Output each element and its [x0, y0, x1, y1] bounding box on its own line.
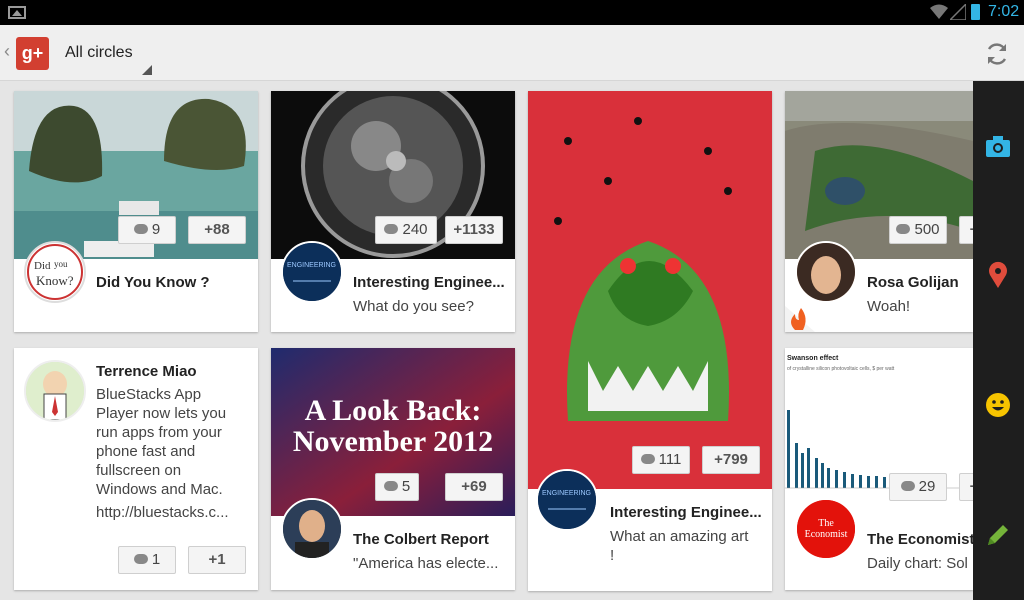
dilbert-avatar: [26, 362, 84, 420]
post-text-line: phone fast and: [96, 443, 196, 460]
engineering-logo: ENGINEERING: [538, 471, 596, 529]
post-card[interactable]: Swanson effect of crystalline silicon ph…: [785, 348, 973, 590]
post-card[interactable]: ENGINEERING 111 +799 Interesting Enginee…: [528, 91, 772, 591]
did-you-know-logo: Did you Know?: [27, 244, 83, 300]
smiley-icon[interactable]: [984, 391, 1012, 419]
svg-text:Know?: Know?: [36, 273, 74, 288]
pencil-icon[interactable]: [984, 521, 1012, 549]
plus-one-button[interactable]: +69: [445, 473, 503, 501]
quick-actions-drawer: [973, 81, 1024, 600]
author-name[interactable]: Terrence Miao: [96, 363, 251, 380]
refresh-icon[interactable]: [984, 41, 1010, 67]
comment-icon: [383, 481, 398, 492]
comment-icon: [384, 224, 399, 235]
post-image[interactable]: [528, 91, 772, 489]
svg-text:you: you: [54, 259, 68, 269]
comment-icon: [640, 454, 655, 465]
author-name[interactable]: Rosa Golijan: [867, 274, 967, 291]
avatar[interactable]: The Economist: [795, 498, 857, 560]
svg-text:The: The: [818, 518, 834, 529]
post-card[interactable]: 500 + Rosa Golijan Woah!: [785, 91, 973, 332]
post-link[interactable]: http://bluestacks.c...: [96, 503, 251, 522]
up-chevron-icon[interactable]: ‹: [4, 41, 10, 62]
comment-count-button[interactable]: 111: [632, 446, 690, 474]
gplus-logo[interactable]: g+: [16, 37, 49, 70]
plus-one-button[interactable]: +799: [702, 446, 760, 474]
comment-count-button[interactable]: 29: [889, 473, 947, 501]
author-name[interactable]: Did You Know ?: [96, 274, 251, 291]
chart-subtitle: of crystalline silicon photovoltaic cell…: [787, 366, 895, 372]
comment-count-button[interactable]: 5: [375, 473, 419, 501]
post-card[interactable]: A Look Back: November 2012 5 +69 The Col…: [271, 348, 515, 590]
svg-text:Economist: Economist: [805, 529, 848, 540]
post-snippet: Woah!: [867, 298, 911, 315]
comment-icon: [900, 481, 915, 492]
post-text: BlueStacks App Player now lets you run app…: [96, 385, 256, 499]
post-card[interactable]: Terrence Miao BlueStacks App Player now l…: [14, 348, 258, 590]
post-snippet: What do you see?: [353, 298, 474, 315]
post-snippet: "America has electe...: [353, 555, 499, 572]
post-text-line: Windows and Mac.: [96, 481, 223, 498]
svg-text:Did: Did: [34, 260, 51, 272]
svg-text:ENGINEERING: ENGINEERING: [542, 490, 591, 497]
comment-icon: [896, 224, 911, 235]
svg-text:ENGINEERING: ENGINEERING: [287, 262, 336, 269]
avatar[interactable]: ENGINEERING: [536, 469, 598, 531]
plus-one-button[interactable]: +1: [188, 546, 246, 574]
avatar[interactable]: Did you Know?: [24, 241, 86, 303]
comment-count-button[interactable]: 9: [118, 216, 176, 244]
avatar[interactable]: [795, 241, 857, 303]
hot-post-flame-icon: [785, 306, 815, 332]
comment-icon: [133, 554, 148, 565]
profile-photo: [283, 500, 341, 558]
comment-count-button[interactable]: 240: [375, 216, 437, 244]
post-snippet: What an amazing art: [610, 528, 749, 545]
plus-one-button[interactable]: +1133: [445, 216, 503, 244]
profile-photo: [797, 243, 855, 301]
signal-icon: [950, 4, 966, 20]
circles-dropdown[interactable]: All circles: [65, 44, 133, 62]
clock: 7:02: [988, 3, 1020, 20]
engineering-logo: ENGINEERING: [283, 243, 341, 301]
comment-icon: [133, 224, 148, 235]
location-pin-icon[interactable]: [984, 261, 1012, 289]
battery-icon: [971, 4, 980, 20]
image-notification-icon: [8, 6, 26, 19]
image-title-line-2: November 2012: [293, 425, 493, 458]
plus-one-button[interactable]: +88: [188, 216, 246, 244]
post-card[interactable]: Did you Know? 9 +88 Did You Know ?: [14, 91, 258, 332]
wifi-icon: [930, 4, 948, 19]
comment-count-button[interactable]: 1: [118, 546, 176, 574]
post-text-line: run apps from your: [96, 424, 222, 441]
status-bar: 7:02: [0, 0, 1024, 25]
plus-one-button[interactable]: +: [959, 473, 973, 501]
chart-title: Swanson effect: [787, 355, 839, 362]
author-name[interactable]: Interesting Enginee...: [353, 274, 508, 291]
dropdown-indicator-icon: [142, 65, 152, 75]
avatar[interactable]: ENGINEERING: [281, 241, 343, 303]
post-text-line: Player now lets you: [96, 405, 227, 422]
economist-logo: The Economist: [797, 500, 855, 558]
camera-icon[interactable]: [984, 133, 1012, 161]
avatar[interactable]: [281, 498, 343, 560]
author-name[interactable]: Interesting Enginee...: [610, 504, 765, 521]
author-name[interactable]: The Economist: [867, 531, 973, 548]
post-text-line: fullscreen on: [96, 462, 182, 479]
post-text-line: BlueStacks App: [96, 386, 202, 403]
action-bar: ‹ g+ All circles: [0, 25, 1024, 81]
post-snippet-line-2: !: [610, 547, 615, 564]
avatar[interactable]: [24, 360, 86, 422]
author-name[interactable]: The Colbert Report: [353, 531, 508, 548]
comment-count-button[interactable]: 500: [889, 216, 947, 244]
post-snippet: Daily chart: Sol: [867, 555, 968, 572]
image-title-line-1: A Look Back:: [305, 394, 482, 427]
post-card[interactable]: ENGINEERING 240 +1133 Interesting Engine…: [271, 91, 515, 332]
plus-one-button[interactable]: +: [959, 216, 973, 244]
